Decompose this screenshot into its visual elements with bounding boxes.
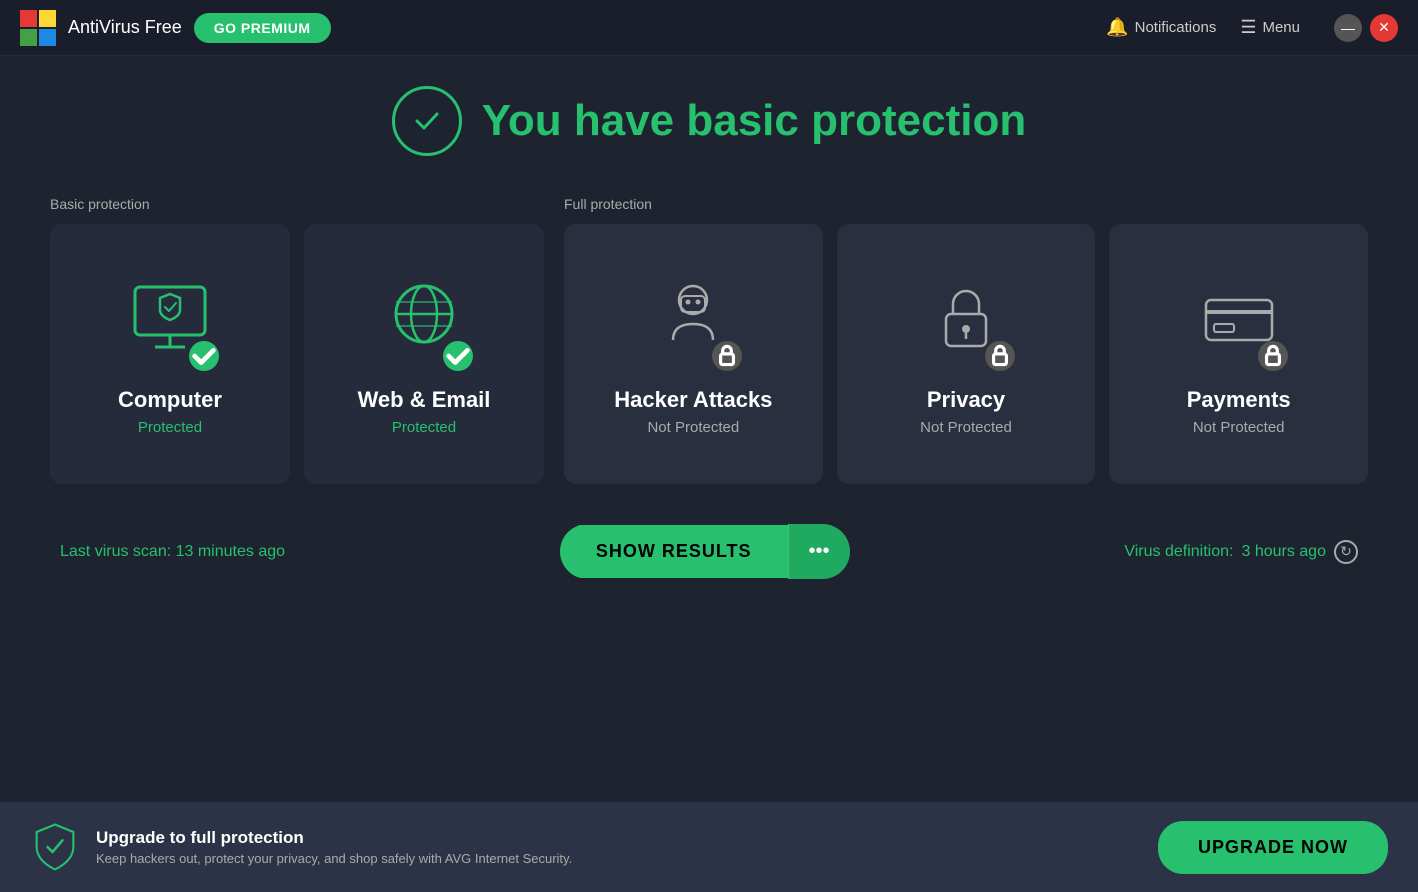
computer-icon-wrap [125,272,215,367]
hacker-attacks-card-status: Not Protected [647,419,739,436]
close-button[interactable]: ✕ [1370,14,1398,42]
refresh-icon[interactable]: ↻ [1334,540,1358,564]
upgrade-now-button[interactable]: UPGRADE NOW [1158,821,1388,874]
card-payments[interactable]: Payments Not Protected [1109,224,1368,484]
show-results-button[interactable]: SHOW RESULTS [560,525,788,578]
titlebar-left: AntiVirus Free GO PREMIUM [20,10,331,46]
upgrade-bar: Upgrade to full protection Keep hackers … [0,802,1418,892]
minimize-button[interactable]: — [1334,14,1362,42]
upgrade-bar-left: Upgrade to full protection Keep hackers … [30,822,572,872]
computer-badge [189,341,219,371]
hacker-attacks-icon-wrap [648,272,738,367]
protection-sections: Basic protection [50,196,1368,484]
menu-icon: ☰ [1240,17,1256,38]
card-computer[interactable]: Computer Protected [50,224,290,484]
virus-definition: Virus definition: 3 hours ago ↻ [1124,540,1358,564]
menu-label: Menu [1262,19,1300,36]
upgrade-title: Upgrade to full protection [96,828,572,848]
titlebar: AntiVirus Free GO PREMIUM 🔔 Notification… [0,0,1418,56]
basic-section-label: Basic protection [50,196,544,212]
app-name: AntiVirus Free [68,17,182,38]
hero-line1: You have [482,96,687,145]
hero-line2: basic protection [686,96,1026,145]
hacker-attacks-badge [712,341,742,371]
payments-card-status: Not Protected [1193,419,1285,436]
privacy-badge [985,341,1015,371]
payments-badge [1258,341,1288,371]
hero-text: You have basic protection [482,96,1026,146]
upgrade-shield-icon [30,822,80,872]
privacy-card-status: Not Protected [920,419,1012,436]
hero-section: You have basic protection [50,86,1368,156]
upgrade-subtitle: Keep hackers out, protect your privacy, … [96,851,572,866]
web-email-badge [443,341,473,371]
computer-card-status: Protected [138,419,202,436]
web-email-card-status: Protected [392,419,456,436]
full-section-label: Full protection [564,196,1368,212]
virus-def-label: Virus definition: [1124,543,1233,561]
scan-info: Last virus scan: 13 minutes ago [60,543,285,561]
payments-icon-wrap [1194,272,1284,367]
go-premium-button[interactable]: GO PREMIUM [194,13,331,43]
full-cards-row: Hacker Attacks Not Protected [564,224,1368,484]
card-hacker-attacks[interactable]: Hacker Attacks Not Protected [564,224,823,484]
privacy-icon-wrap [921,272,1011,367]
notifications-nav[interactable]: 🔔 Notifications [1106,17,1216,38]
last-scan-label: Last virus scan: [60,543,176,560]
notifications-label: Notifications [1135,19,1217,36]
main-content: You have basic protection Basic protecti… [0,56,1418,802]
basic-cards-row: Computer Protected [50,224,544,484]
bell-icon: 🔔 [1106,17,1128,38]
menu-nav[interactable]: ☰ Menu [1240,17,1300,38]
last-scan-time: 13 minutes ago [176,543,285,560]
card-privacy[interactable]: Privacy Not Protected [837,224,1096,484]
hero-checkmark-icon [392,86,462,156]
upgrade-text: Upgrade to full protection Keep hackers … [96,828,572,866]
virus-def-time: 3 hours ago [1241,543,1326,561]
hacker-attacks-card-title: Hacker Attacks [614,387,772,413]
full-protection-section: Full protection [564,196,1368,484]
card-web-email[interactable]: Web & Email Protected [304,224,544,484]
window-controls: — ✕ [1334,14,1398,42]
titlebar-right: 🔔 Notifications ☰ Menu — ✕ [1106,14,1398,42]
basic-protection-section: Basic protection [50,196,544,484]
more-options-button[interactable]: ••• [788,524,850,579]
avg-logo [20,10,56,46]
web-email-icon-wrap [379,272,469,367]
scan-bar: Last virus scan: 13 minutes ago SHOW RES… [50,524,1368,579]
scan-buttons: SHOW RESULTS ••• [560,524,850,579]
